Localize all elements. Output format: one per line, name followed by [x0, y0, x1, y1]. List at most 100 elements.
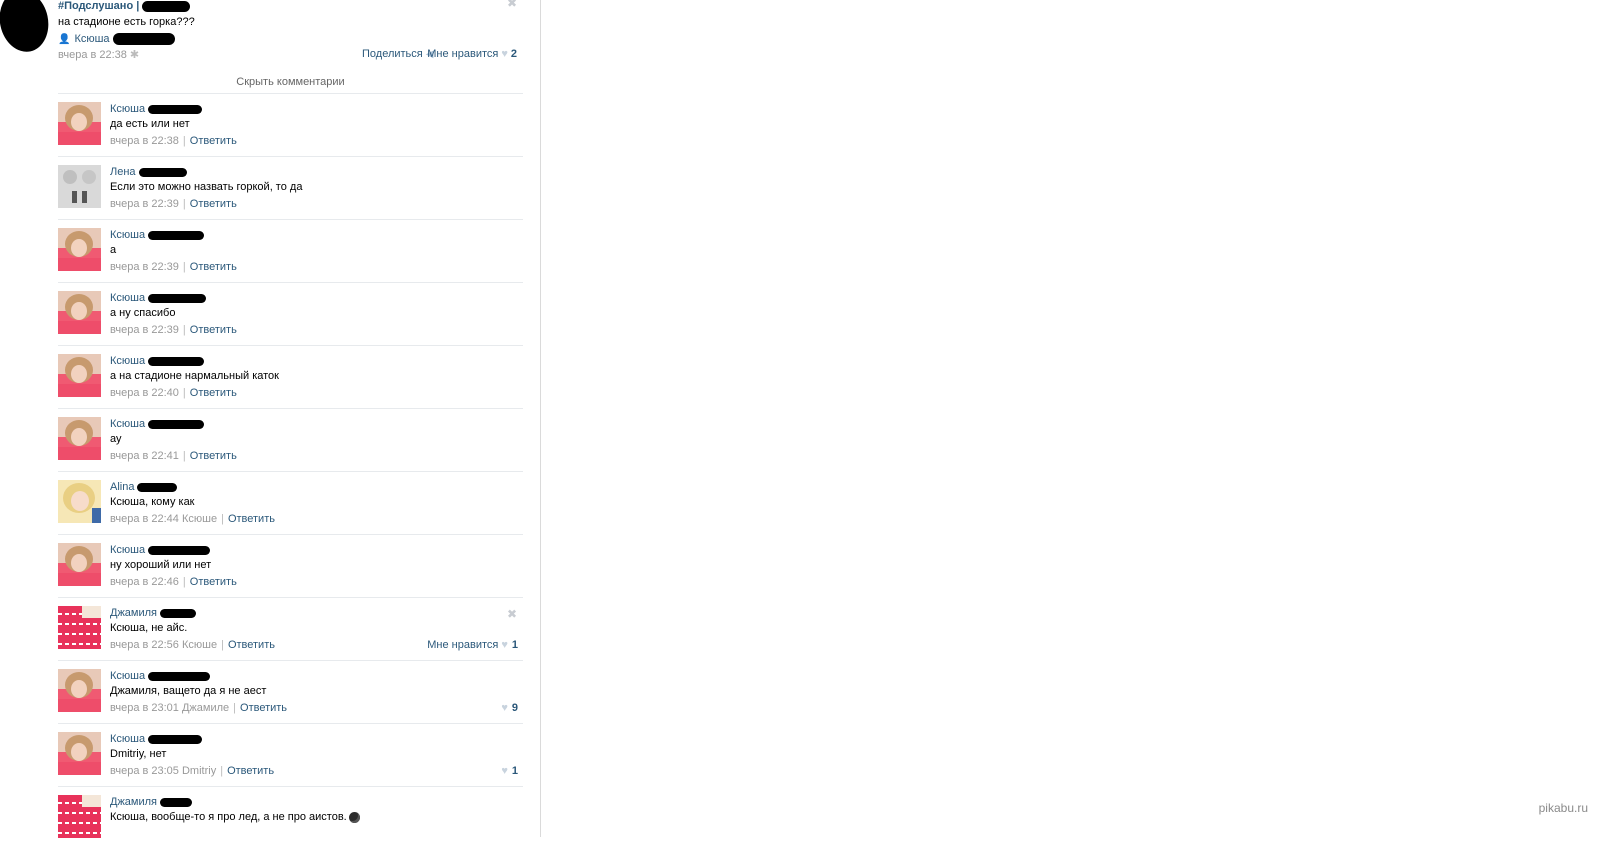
reply-button[interactable]: Ответить [228, 513, 275, 525]
redacted-scribble [142, 0, 191, 12]
post-timestamp[interactable]: вчера в 22:38 ✱ [58, 48, 139, 61]
comment-timestamp[interactable]: вчера в 23:01 [110, 702, 179, 714]
redacted-scribble [148, 293, 207, 303]
comment-author-link[interactable]: Ксюша [110, 733, 203, 745]
redacted-scribble [160, 608, 197, 618]
comment-meta: вчера в 22:39 | Ответить [110, 261, 237, 273]
comment-text: да есть или нет [110, 118, 190, 130]
avatar[interactable] [58, 228, 101, 271]
comment-author-link[interactable]: Джамиля [110, 796, 193, 808]
separator: | [233, 702, 237, 714]
comment-timestamp[interactable]: вчера в 22:41 [110, 450, 179, 462]
avatar[interactable] [58, 417, 101, 460]
separator: | [182, 387, 186, 399]
avatar[interactable] [58, 480, 101, 523]
avatar[interactable] [58, 795, 101, 838]
watermark: pikabu.ru [1538, 801, 1588, 815]
comment-author-link[interactable]: Джамиля [110, 607, 197, 619]
comment-author-link[interactable]: Ксюша [110, 670, 211, 682]
comment-text: Ксюша, не айс. [110, 622, 188, 634]
comment-author-link[interactable]: Ксюша [110, 103, 203, 115]
comment-meta: вчера в 22:39 | Ответить [110, 198, 237, 210]
avatar[interactable] [58, 732, 101, 775]
comment-text: Джамиля, ващето да я не аест [110, 685, 267, 697]
comment-meta: вчера в 22:44 Ксюше | Ответить [110, 513, 275, 525]
avatar[interactable] [58, 543, 101, 586]
comment-author-link[interactable]: Ксюша [110, 418, 205, 430]
hide-comments-link[interactable]: Скрыть комментарии [58, 76, 523, 88]
bomb-emoji-icon [348, 811, 360, 823]
reply-to-name[interactable]: Ксюше [182, 513, 217, 525]
comment-timestamp[interactable]: вчера в 22:39 [110, 261, 179, 273]
reply-button[interactable]: Ответить [190, 450, 237, 462]
share-button[interactable]: Поделиться ◀ [362, 48, 433, 60]
comment-text: а ну спасибо [110, 307, 176, 319]
reply-to-name[interactable]: Ксюше [182, 639, 217, 651]
separator: | [182, 261, 186, 273]
comment-meta: вчера в 22:46 | Ответить [110, 576, 237, 588]
comment-author-link[interactable]: Лена [110, 166, 187, 178]
separator: | [220, 765, 224, 777]
avatar[interactable] [58, 102, 101, 145]
avatar[interactable] [58, 291, 101, 334]
redacted-scribble [138, 167, 187, 177]
separator: | [182, 135, 186, 147]
comment-timestamp[interactable]: вчера в 22:38 [110, 135, 179, 147]
reply-button[interactable]: Ответить [228, 639, 275, 651]
comment-row: Alina Ксюша, кому как вчера в 22:44 Ксюше |… [58, 472, 523, 535]
comments-list: Ксюша да есть или нет вчера в 22:38 | Ответи… [58, 94, 523, 849]
post-like-button[interactable]: Мне нравится ♥ 2 [427, 48, 517, 60]
heart-icon: ♥ [501, 702, 508, 714]
reply-to-name[interactable]: Джамиле [182, 702, 229, 714]
comment-author-link[interactable]: Alina [110, 481, 178, 493]
comment-meta: вчера в 23:01 Джамиле | Ответить [110, 702, 287, 714]
comment-row: Ксюша Джамиля, ващето да я не аест вчера в… [58, 661, 523, 724]
comment-text: Ксюша, вообще-то я про лед, а не про аис… [110, 811, 360, 823]
avatar[interactable] [58, 669, 101, 712]
comment-author-link[interactable]: Ксюша [110, 292, 207, 304]
reply-button[interactable]: Ответить [190, 576, 237, 588]
post-signer[interactable]: 👤 Ксюша [58, 33, 175, 46]
comment-like-button[interactable]: ♥ 9 [498, 702, 518, 714]
redacted-scribble [148, 104, 203, 114]
reply-button[interactable]: Ответить [190, 387, 237, 399]
comment-row: Джамиля Ксюша, вообще-то я про лед, а не … [58, 787, 523, 849]
close-icon[interactable]: ✖ [507, 0, 517, 10]
comment-text: Если это можно назвать горкой, то да [110, 181, 303, 193]
reply-button[interactable]: Ответить [190, 198, 237, 210]
comment-timestamp[interactable]: вчера в 22:46 [110, 576, 179, 588]
reply-button[interactable]: Ответить [190, 324, 237, 336]
comment-author-link[interactable]: Ксюша [110, 229, 205, 241]
comment-timestamp[interactable]: вчера в 22:39 [110, 198, 179, 210]
comment-timestamp[interactable]: вчера в 22:40 [110, 387, 179, 399]
comment-timestamp[interactable]: вчера в 23:05 [110, 765, 179, 777]
avatar[interactable] [58, 165, 101, 208]
reply-button[interactable]: Ответить [190, 261, 237, 273]
comment-row: Джамиля Ксюша, не айс. вчера в 22:56 Ксюше… [58, 598, 523, 661]
heart-icon: ♥ [501, 48, 508, 60]
comment-like-button[interactable]: Мне нравится ♥ 1 [427, 639, 518, 651]
comment-timestamp[interactable]: вчера в 22:44 [110, 513, 179, 525]
comment-author-link[interactable]: Ксюша [110, 544, 211, 556]
reply-button[interactable]: Ответить [227, 765, 274, 777]
comment-like-button[interactable]: ♥ 1 [498, 765, 518, 777]
avatar[interactable] [58, 354, 101, 397]
post-author-link[interactable]: #Подслушано | [58, 0, 191, 12]
comment-timestamp[interactable]: вчера в 22:56 [110, 639, 179, 651]
comment-row: Ксюша а вчера в 22:39 | Ответить [58, 220, 523, 283]
redacted-scribble [148, 545, 211, 555]
person-icon: 👤 [58, 34, 71, 45]
comment-row: Ксюша ау вчера в 22:41 | Ответить [58, 409, 523, 472]
comment-meta: вчера в 23:05 Dmitriy | Ответить [110, 765, 274, 777]
comment-text: а [110, 244, 117, 256]
comment-row: Ксюша да есть или нет вчера в 22:38 | Ответи… [58, 94, 523, 157]
avatar[interactable] [58, 606, 101, 649]
close-icon[interactable]: ✖ [507, 607, 517, 621]
comment-author-link[interactable]: Ксюша [110, 355, 205, 367]
reply-to-name[interactable]: Dmitriy [182, 765, 216, 777]
separator: | [221, 513, 224, 525]
reply-button[interactable]: Ответить [240, 702, 287, 714]
heart-icon: ♥ [501, 639, 508, 651]
comment-timestamp[interactable]: вчера в 22:39 [110, 324, 179, 336]
reply-button[interactable]: Ответить [190, 135, 237, 147]
